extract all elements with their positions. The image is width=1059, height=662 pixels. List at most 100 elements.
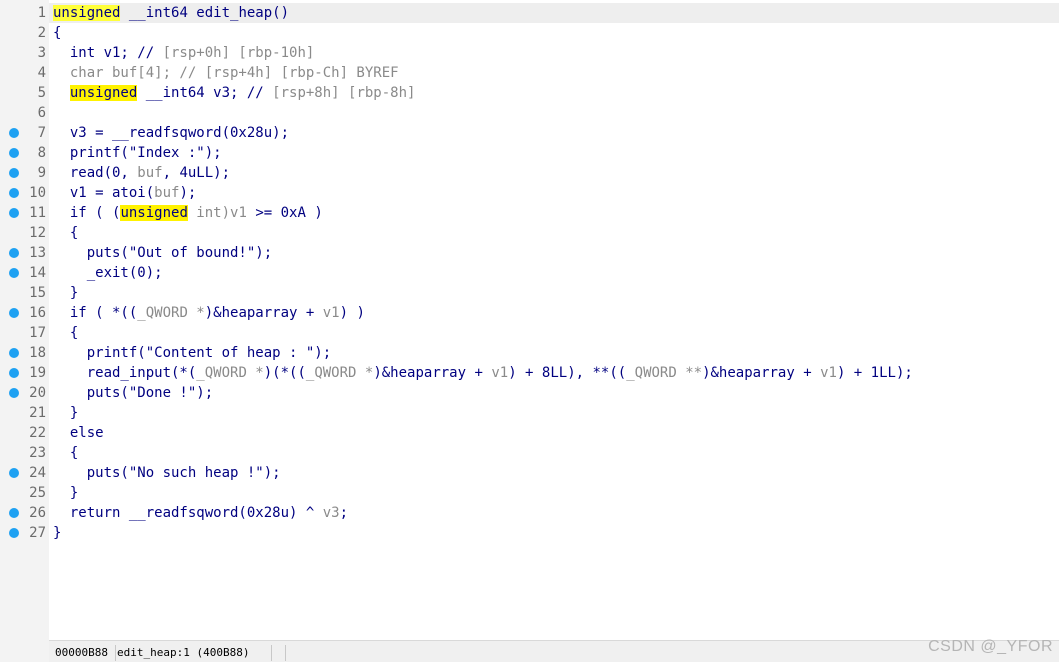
code-token: v3 xyxy=(322,505,340,521)
code-line[interactable]: 22 else xyxy=(0,423,1059,443)
status-address: 00000B88 xyxy=(51,645,116,661)
code-text[interactable]: } xyxy=(53,483,78,503)
code-line[interactable]: 10 v1 = atoi(buf); xyxy=(0,183,1059,203)
code-line[interactable]: 9 read(0, buf, 4uLL); xyxy=(0,163,1059,183)
code-line[interactable]: 7 v3 = __readfsqword(0x28u); xyxy=(0,123,1059,143)
code-text[interactable]: } xyxy=(53,403,78,423)
code-line[interactable]: 13 puts("Out of bound!"); xyxy=(0,243,1059,263)
code-text[interactable]: char buf[4]; // [rsp+4h] [rbp-Ch] BYREF xyxy=(53,63,399,83)
code-token: char buf[4]; // [rsp+4h] [rbp-Ch] BYREF xyxy=(53,65,399,81)
code-token: else xyxy=(53,425,104,441)
status-extra xyxy=(269,645,286,661)
code-line[interactable]: 16 if ( *((_QWORD *)&heaparray + v1) ) xyxy=(0,303,1059,323)
line-number: 2 xyxy=(37,25,46,41)
code-text[interactable]: { xyxy=(53,443,78,463)
code-line[interactable]: 6 xyxy=(0,103,1059,123)
code-text[interactable]: printf("Content of heap : "); xyxy=(53,343,331,363)
code-line[interactable]: 14 _exit(0); xyxy=(0,263,1059,283)
line-number: 12 xyxy=(29,225,46,241)
code-text[interactable]: } xyxy=(53,283,78,303)
code-line[interactable]: 1 unsigned __int64 edit_heap() xyxy=(0,3,1059,23)
code-line[interactable]: 24 puts("No such heap !"); xyxy=(0,463,1059,483)
code-token: v3 = __readfsqword(0x28u); xyxy=(53,125,290,141)
code-line[interactable]: 4 char buf[4]; // [rsp+4h] [rbp-Ch] BYRE… xyxy=(0,63,1059,83)
code-token: ; xyxy=(339,505,349,521)
line-number: 13 xyxy=(29,245,46,261)
code-line[interactable]: 18 printf("Content of heap : "); xyxy=(0,343,1059,363)
status-bar: 00000B88 edit_heap:1 (400B88) xyxy=(49,640,1059,662)
code-line[interactable]: 15 } xyxy=(0,283,1059,303)
code-token: } xyxy=(53,405,79,421)
code-token: { xyxy=(53,225,79,241)
code-token: int v1; // xyxy=(53,45,163,61)
code-token: v1 xyxy=(230,205,247,221)
line-number: 7 xyxy=(37,125,46,141)
code-text[interactable]: else xyxy=(53,423,104,443)
code-token: if ( ( xyxy=(53,205,121,221)
code-token: ) + 1LL); xyxy=(836,365,913,381)
code-token: printf("Content of heap : "); xyxy=(53,345,332,361)
code-token: puts("Done !"); xyxy=(53,385,214,401)
code-text[interactable]: return __readfsqword(0x28u) ^ v3; xyxy=(53,503,348,523)
line-number: 22 xyxy=(29,425,46,441)
code-token: buf xyxy=(137,165,163,181)
code-text[interactable]: printf("Index :"); xyxy=(53,143,222,163)
code-token: >= 0xA ) xyxy=(246,205,323,221)
code-line[interactable]: 21 } xyxy=(0,403,1059,423)
code-line[interactable]: 17 { xyxy=(0,323,1059,343)
code-line[interactable]: 12 { xyxy=(0,223,1059,243)
code-text[interactable]: unsigned __int64 edit_heap() xyxy=(53,3,289,23)
code-text[interactable]: v1 = atoi(buf); xyxy=(53,183,196,203)
code-token: _QWORD * xyxy=(305,365,374,381)
code-line[interactable]: 2{ xyxy=(0,23,1059,43)
watermark: CSDN @_YFOR xyxy=(928,638,1053,655)
code-line[interactable]: 23 { xyxy=(0,443,1059,463)
code-line[interactable]: 5 unsigned __int64 v3; // [rsp+8h] [rbp-… xyxy=(0,83,1059,103)
line-number: 6 xyxy=(37,105,46,121)
code-text[interactable]: if ( (unsigned int)v1 >= 0xA ) xyxy=(53,203,323,223)
code-line[interactable]: 25 } xyxy=(0,483,1059,503)
code-line[interactable]: 20 puts("Done !"); xyxy=(0,383,1059,403)
code-text[interactable]: puts("No such heap !"); xyxy=(53,463,281,483)
code-text[interactable]: unsigned __int64 v3; // [rsp+8h] [rbp-8h… xyxy=(53,83,415,103)
line-number: 26 xyxy=(29,505,46,521)
code-token: unsigned xyxy=(120,205,188,221)
code-token: printf("Index :"); xyxy=(53,145,222,161)
code-token: , 4uLL); xyxy=(162,165,231,181)
code-line[interactable]: 8 printf("Index :"); xyxy=(0,143,1059,163)
line-number: 9 xyxy=(37,165,46,181)
code-text[interactable]: { xyxy=(53,323,78,343)
code-token: ) ) xyxy=(339,305,365,321)
code-token: int) xyxy=(187,205,231,221)
code-text[interactable]: { xyxy=(53,23,61,43)
code-token: __int64 edit_heap() xyxy=(120,5,290,21)
code-line[interactable]: 11 if ( (unsigned int)v1 >= 0xA ) xyxy=(0,203,1059,223)
code-text[interactable]: read_input(*(_QWORD *)(*((_QWORD *)&heap… xyxy=(53,363,913,383)
code-line[interactable]: 3 int v1; // [rsp+0h] [rbp-10h] xyxy=(0,43,1059,63)
line-number: 18 xyxy=(29,345,46,361)
code-token: } xyxy=(53,525,62,541)
code-text[interactable]: if ( *((_QWORD *)&heaparray + v1) ) xyxy=(53,303,365,323)
code-text[interactable]: v3 = __readfsqword(0x28u); xyxy=(53,123,289,143)
code-text[interactable]: read(0, buf, 4uLL); xyxy=(53,163,230,183)
code-token: buf xyxy=(154,185,180,201)
code-token: { xyxy=(53,445,79,461)
code-line[interactable]: 19 read_input(*(_QWORD *)(*((_QWORD *)&h… xyxy=(0,363,1059,383)
code-text[interactable]: puts("Out of bound!"); xyxy=(53,243,272,263)
line-number: 19 xyxy=(29,365,46,381)
code-text[interactable]: puts("Done !"); xyxy=(53,383,213,403)
line-number: 5 xyxy=(37,85,46,101)
code-token: v1 = atoi( xyxy=(53,185,155,201)
line-number: 14 xyxy=(29,265,46,281)
code-text[interactable]: _exit(0); xyxy=(53,263,163,283)
code-text[interactable]: int v1; // [rsp+0h] [rbp-10h] xyxy=(53,43,314,63)
line-number: 27 xyxy=(29,525,46,541)
code-line[interactable]: 26 return __readfsqword(0x28u) ^ v3; xyxy=(0,503,1059,523)
pseudocode-view[interactable]: 1 unsigned __int64 edit_heap() 2{3 int v1;… xyxy=(0,3,1059,543)
code-token: [rsp+8h] [rbp-8h] xyxy=(272,85,416,101)
code-text[interactable]: { xyxy=(53,223,78,243)
code-text[interactable]: } xyxy=(53,523,61,543)
code-token: { xyxy=(53,325,79,341)
line-number: 8 xyxy=(37,145,46,161)
code-line[interactable]: 27} xyxy=(0,523,1059,543)
